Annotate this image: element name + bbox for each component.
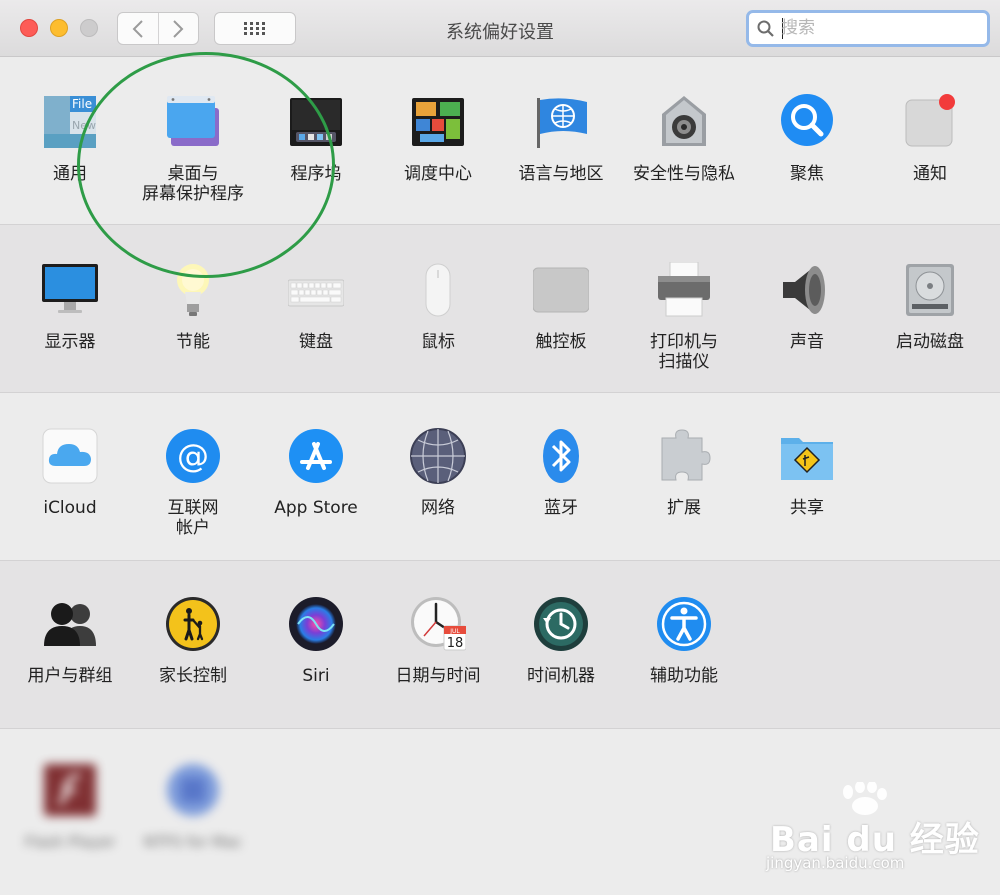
pref-label: 通知 (913, 164, 947, 184)
icloud-icon (42, 428, 98, 484)
date-time-icon: JUL 18 (411, 597, 466, 651)
pref-label: 安全性与隐私 (633, 164, 735, 184)
highlight-circle (77, 52, 335, 278)
chevron-right-icon (173, 19, 184, 38)
pref-label: 互联网 帐户 (167, 498, 219, 538)
pref-label: 家长控制 (159, 666, 227, 686)
mission-control-icon (412, 98, 464, 146)
parental-controls-icon (166, 597, 220, 651)
spotlight-icon (781, 94, 833, 146)
pref-label: 启动磁盘 (896, 332, 964, 352)
chevron-left-icon (132, 19, 143, 38)
minimize-window-button[interactable] (50, 19, 68, 37)
navigation-buttons (117, 12, 199, 45)
pref-label: 触控板 (535, 332, 587, 352)
pref-label: 用户与群组 (27, 666, 113, 686)
calendar-day: 18 (447, 636, 464, 651)
extensions-icon (661, 429, 711, 481)
search-icon (757, 20, 774, 37)
pref-label: iCloud (43, 498, 97, 518)
pref-label: 聚焦 (790, 164, 824, 184)
pref-label: 语言与地区 (518, 164, 604, 184)
sharing-icon (781, 438, 833, 480)
pref-label: 键盘 (299, 332, 333, 352)
grid-icon (244, 21, 265, 35)
search-field[interactable] (746, 10, 990, 47)
pref-label: 共享 (790, 498, 824, 518)
bluetooth-icon (543, 429, 579, 483)
pref-label: 时间机器 (527, 666, 595, 686)
pref-label: 蓝牙 (544, 498, 578, 518)
displays-icon (42, 264, 98, 313)
ntfs-icon (167, 764, 219, 816)
pref-label: Flash Player (24, 833, 116, 851)
pref-label: 日期与时间 (395, 666, 481, 686)
search-input[interactable] (781, 18, 971, 38)
users-groups-icon (44, 603, 96, 646)
security-privacy-icon (662, 96, 706, 146)
siri-icon (289, 597, 343, 651)
general-icon-file-text: File (72, 97, 92, 111)
pref-label: 声音 (790, 332, 824, 352)
svg-text:@: @ (177, 437, 209, 475)
notifications-icon (905, 94, 955, 147)
time-machine-icon (534, 597, 588, 651)
startup-disk-icon (906, 264, 954, 316)
close-window-button[interactable] (20, 19, 38, 37)
network-icon (410, 428, 466, 484)
pref-label: 扩展 (667, 498, 701, 518)
show-all-button[interactable] (214, 12, 296, 45)
pref-label: Siri (302, 666, 330, 686)
zoom-window-button[interactable] (80, 19, 98, 37)
watermark-url: jingyan.baidu.com (766, 854, 905, 872)
calendar-month: JUL (449, 628, 460, 635)
forward-button[interactable] (157, 13, 199, 44)
baidu-watermark: Bai du 经验 jingyan.baidu.com (760, 780, 990, 880)
flash-player-icon (44, 764, 96, 816)
language-region-icon (537, 98, 587, 148)
internet-accounts-icon: @ (166, 429, 220, 483)
pref-label: NTFS for Mac (143, 833, 243, 851)
keyboard-icon (288, 279, 344, 307)
pref-label: 辅助功能 (650, 666, 718, 686)
pref-label: 显示器 (44, 332, 96, 352)
paw-logo-icon (843, 782, 887, 815)
accessibility-icon (657, 597, 711, 651)
window-titlebar: 系统偏好设置 (0, 0, 1000, 57)
pref-label: 调度中心 (404, 164, 472, 184)
section-system (0, 561, 1000, 729)
app-store-icon (289, 429, 343, 483)
mouse-icon (425, 263, 451, 317)
pref-label: 节能 (176, 332, 210, 352)
trackpad-icon (533, 267, 589, 313)
pref-label: 网络 (421, 498, 455, 518)
pref-label: App Store (274, 498, 358, 518)
pref-label: 鼠标 (421, 332, 455, 352)
window-title: 系统偏好设置 (446, 22, 554, 43)
pref-label: 打印机与 扫描仪 (650, 332, 718, 372)
sound-icon (783, 266, 825, 314)
back-button[interactable] (118, 13, 158, 44)
printer-icon (658, 262, 710, 317)
